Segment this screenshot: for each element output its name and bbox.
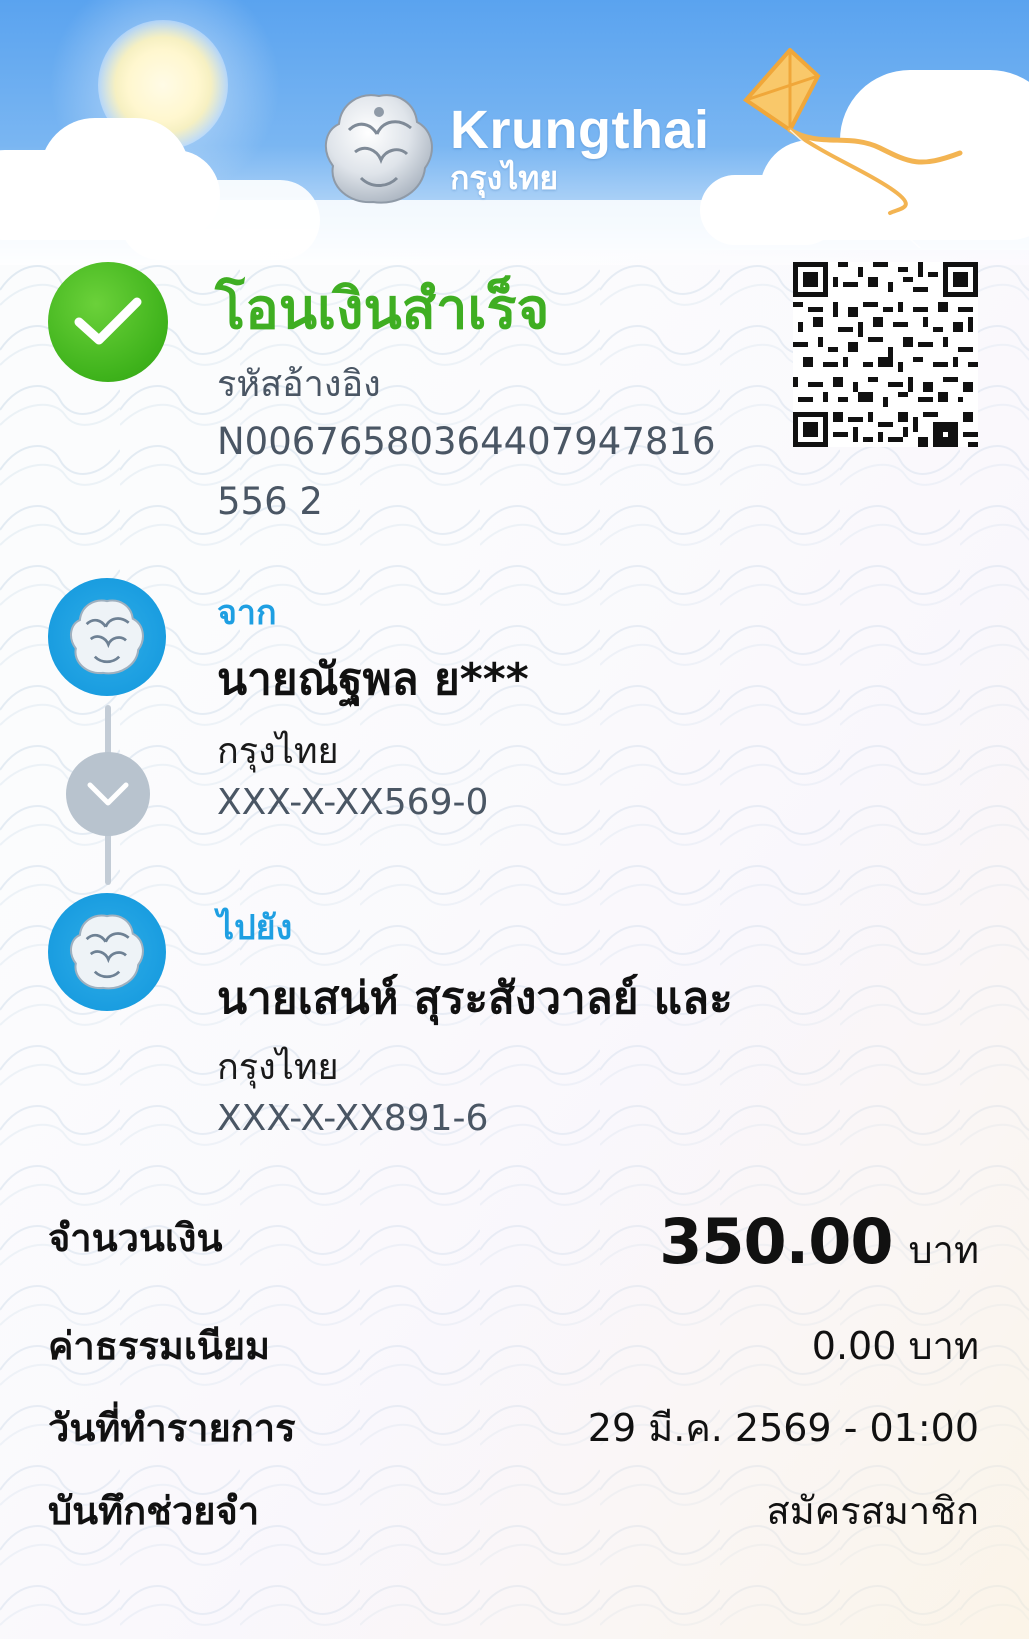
check-icon — [74, 297, 142, 345]
amount-label: จำนวนเงิน — [48, 1216, 223, 1260]
sender-name: นายณัฐพล ย*** — [217, 654, 529, 705]
sender-bank: กรุงไทย — [217, 731, 339, 772]
recipient-tag: ไปยัง — [217, 908, 293, 948]
sender-account: XXX-X-XX569-0 — [217, 782, 489, 823]
krungthai-bird-icon — [70, 914, 144, 990]
brand-name-th: กรุงไทย — [450, 159, 559, 197]
reference-number: N00676580364407947816556 2 — [217, 420, 716, 523]
fee-value: 0.00 บาท — [811, 1324, 979, 1368]
recipient-bank: กรุงไทย — [217, 1047, 339, 1088]
qr-code-icon[interactable] — [793, 262, 978, 447]
krungthai-bird-icon — [70, 599, 144, 675]
sender-tag: จาก — [217, 593, 277, 633]
reference-label: รหัสอ้างอิง — [217, 364, 381, 405]
recipient-account: XXX-X-XX891-6 — [217, 1098, 489, 1139]
date-label: วันที่ทำรายการ — [48, 1406, 296, 1450]
recipient-bank-avatar — [48, 893, 166, 1011]
date-value: 29 มี.ค. 2569 - 01:00 — [587, 1406, 979, 1450]
recipient-name: นายเสน่ห์ สุระสังวาลย์ และ — [217, 973, 733, 1024]
success-badge — [48, 262, 168, 382]
amount-value: 350.00 — [659, 1205, 893, 1278]
amount-unit: บาท — [908, 1228, 979, 1272]
sender-bank-avatar — [48, 578, 166, 696]
kite-illustration — [743, 48, 963, 248]
memo-label: บันทึกช่วยจำ — [48, 1489, 260, 1533]
krungthai-logo: Krungthai กรุงไทย — [318, 90, 709, 208]
direction-badge — [66, 752, 150, 836]
transfer-slip: Krungthai กรุงไทย โอนเงินสำเร็จ รหัสอ้าง… — [0, 0, 1029, 1639]
status-title: โอนเงินสำเร็จ — [215, 277, 550, 342]
brand-name-en: Krungthai — [450, 100, 710, 160]
header-banner: Krungthai กรุงไทย — [0, 0, 1029, 265]
chevron-down-icon — [87, 782, 129, 806]
memo-value: สมัครสมาชิก — [766, 1489, 979, 1533]
amount-display: 350.00 บาท — [659, 1205, 979, 1280]
fee-label: ค่าธรรมเนียม — [48, 1324, 271, 1368]
brand-text: Krungthai กรุงไทย — [450, 101, 709, 197]
krungthai-bird-icon — [324, 94, 433, 204]
